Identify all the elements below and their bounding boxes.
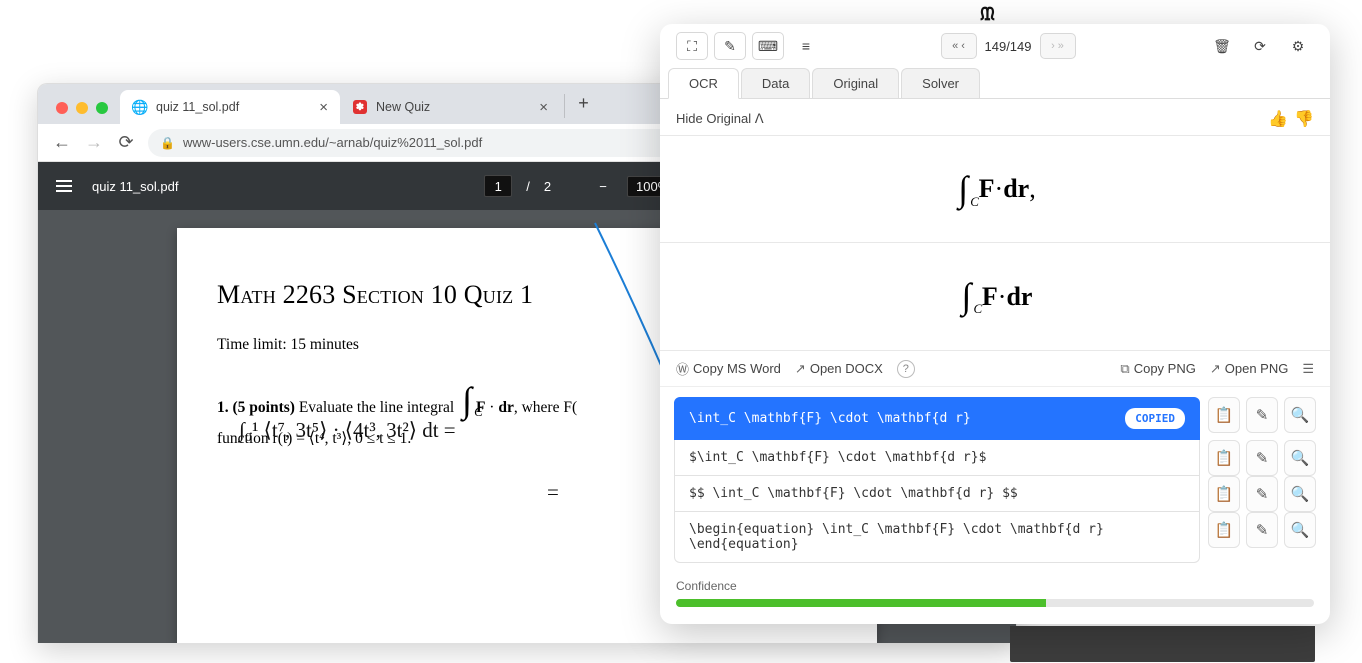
confidence-section: Confidence [660,573,1330,619]
trash-icon[interactable]: 🗑 [1206,32,1238,60]
tab-pdf[interactable]: 🌐 quiz 11_sol.pdf × [120,90,340,124]
window-zoom[interactable] [96,102,108,114]
page-shadow [1010,626,1315,662]
edit-button[interactable]: ✎ [1246,512,1278,548]
page-total: 2 [544,179,551,194]
keyboard-icon[interactable]: ⌨ [752,32,784,60]
copy-button[interactable]: 📋 [1208,397,1240,433]
zoom-out-button[interactable]: − [593,179,613,194]
copy-png-button[interactable]: ⧉Copy PNG [1120,361,1195,377]
edit-button[interactable]: ✎ [1246,440,1278,476]
page-current-input[interactable]: 1 [484,175,512,197]
lines-icon[interactable]: ≡ [790,32,822,60]
tab-title: quiz 11_sol.pdf [156,100,239,114]
gear-icon[interactable]: ⚙ [1282,32,1314,60]
copy-msword-button[interactable]: ⓌCopy MS Word [676,359,781,378]
window-close[interactable] [56,102,68,114]
edit-button[interactable]: ✎ [1246,397,1278,433]
tab-newquiz[interactable]: ✽ New Quiz × [340,90,560,124]
search-button[interactable]: 🔍 [1284,397,1316,433]
result-latex-display[interactable]: $$ \int_C \mathbf{F} \cdot \mathbf{d r} … [674,476,1200,512]
url-text: www-users.cse.umn.edu/~arnab/quiz%2011_s… [183,135,482,150]
pager-first[interactable]: « ‹ [941,33,977,59]
thumbs-down-button[interactable]: 👎 [1294,109,1314,129]
lock-icon: 🔒 [160,136,175,150]
open-png-button[interactable]: ↗Open PNG [1210,361,1289,377]
copy-button[interactable]: 📋 [1208,476,1240,512]
ocr-panel: ᙢ ⛶ ✎ ⌨ ≡ « ‹ 149/149 › » 🗑 ⟳ ⚙ OCR Data… [660,24,1330,624]
close-icon[interactable]: × [539,99,548,116]
help-icon[interactable]: ? [897,360,915,378]
refresh-icon[interactable]: ⟳ [1244,32,1276,60]
handwriting: ∫₀¹ ⟨t⁷, 3t⁵⟩ · ⟨4t³, 3t²⟩ dt = [239,418,456,443]
handwriting-2: = [547,480,559,505]
word-icon: Ⓦ [676,359,689,378]
app-brand-icon: ᙢ [980,4,995,25]
copy-button[interactable]: 📋 [1208,440,1240,476]
history-pager: « ‹ 149/149 › » [941,33,1076,59]
export-actions: ⓌCopy MS Word ↗Open DOCX ? ⧉Copy PNG ↗Op… [660,351,1330,387]
edit-button[interactable]: ✎ [1246,476,1278,512]
thumbs-up-button[interactable]: 👍 [1268,109,1288,129]
reload-button[interactable]: ⟳ [116,132,136,153]
panel-tabs: OCR Data Original Solver [660,68,1330,99]
copied-badge: COPIED [1125,408,1185,429]
search-button[interactable]: 🔍 [1284,440,1316,476]
panel-toolbar: ⛶ ✎ ⌨ ≡ « ‹ 149/149 › » 🗑 ⟳ ⚙ [660,24,1330,68]
back-button[interactable]: ← [52,132,72,153]
new-tab-button[interactable]: + [564,94,594,118]
pager-last[interactable]: › » [1040,33,1076,59]
equation-preview: ∫C F · dr, ∫C F · dr [660,135,1330,351]
result-latex-equation[interactable]: \begin{equation} \int_C \mathbf{F} \cdot… [674,512,1200,563]
result-latex-raw[interactable]: \int_C \mathbf{F} \cdot \mathbf{d r} COP… [674,397,1200,440]
open-docx-button[interactable]: ↗Open DOCX [795,361,883,377]
draw-icon[interactable]: ✎ [714,32,746,60]
pager-position: 149/149 [985,39,1032,54]
close-icon[interactable]: × [319,99,328,116]
tab-title: New Quiz [376,100,430,114]
hide-original-toggle[interactable]: Hide Original ᐱ [676,111,764,127]
copy-icon: ⧉ [1120,361,1129,377]
globe-icon: 🌐 [132,99,148,115]
page-sep: / [526,179,530,194]
external-link-icon: ↗ [1210,361,1221,377]
settings-sliders-icon[interactable]: ☰ [1302,361,1314,377]
copy-button[interactable]: 📋 [1208,512,1240,548]
app-icon: ✽ [353,100,367,114]
confidence-label: Confidence [676,579,1314,593]
result-latex-inline[interactable]: $\int_C \mathbf{F} \cdot \mathbf{d r}$ [674,440,1200,476]
search-button[interactable]: 🔍 [1284,476,1316,512]
external-link-icon: ↗ [795,361,806,377]
window-controls [46,102,120,124]
search-button[interactable]: 🔍 [1284,512,1316,548]
equation-rendered: ∫C F · dr [660,243,1330,351]
window-minimize[interactable] [76,102,88,114]
forward-button[interactable]: → [84,132,104,153]
chevron-up-icon: ᐱ [755,111,764,126]
equation-original: ∫C F · dr, [660,135,1330,243]
pdf-filename: quiz 11_sol.pdf [92,179,179,194]
tab-solver[interactable]: Solver [901,68,980,99]
crop-icon[interactable]: ⛶ [676,32,708,60]
menu-icon[interactable] [56,180,72,192]
confidence-bar [676,599,1314,607]
latex-results: \int_C \mathbf{F} \cdot \mathbf{d r} COP… [660,387,1330,573]
tab-ocr[interactable]: OCR [668,68,739,99]
tab-data[interactable]: Data [741,68,810,99]
tab-original[interactable]: Original [812,68,899,99]
